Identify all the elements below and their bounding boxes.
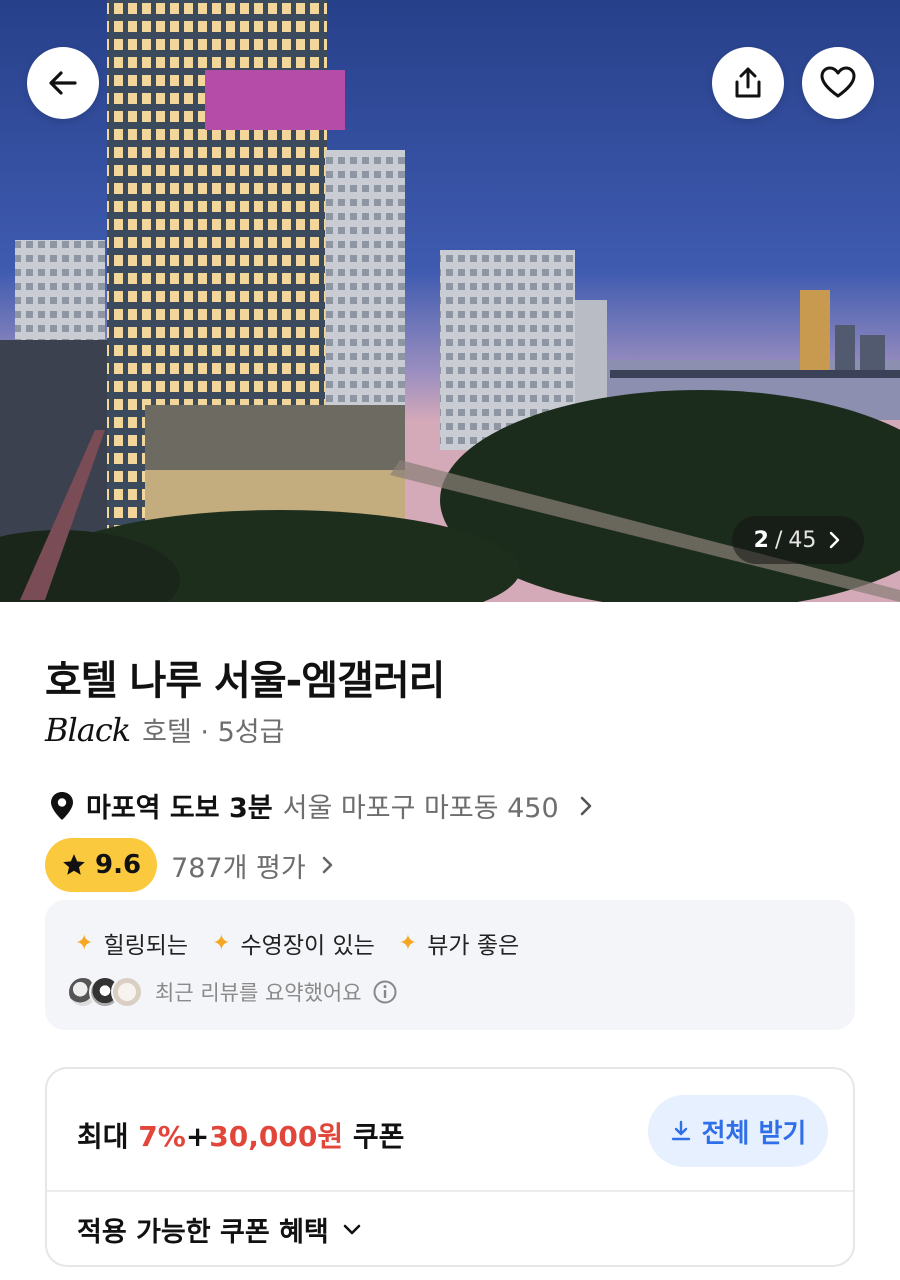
review-count-link[interactable]: 787개 평가 xyxy=(171,846,336,885)
rating-score: 9.6 xyxy=(95,850,142,880)
star-icon xyxy=(63,854,85,875)
review-tag-label: 뷰가 좋은 xyxy=(427,933,520,959)
get-all-coupons-button[interactable]: 전체 받기 xyxy=(648,1095,828,1167)
hotel-type-grade: 호텔 · 5성급 xyxy=(142,717,285,748)
summary-note-text: 최근 리뷰를 요약했어요 xyxy=(155,981,362,1005)
info-icon[interactable] xyxy=(372,979,398,1005)
review-count: 787개 평가 xyxy=(171,852,306,884)
photo-counter-current: 2 xyxy=(753,527,769,553)
chevron-right-icon xyxy=(580,796,591,815)
like-button[interactable] xyxy=(802,47,874,119)
reviewer-avatars xyxy=(67,976,143,1008)
hotel-name: 호텔 나루 서울-엠갤러리 xyxy=(45,658,445,704)
location-row[interactable]: 마포역 도보 3분 서울 마포구 마포동 450 xyxy=(48,786,595,825)
divider xyxy=(47,1190,853,1192)
sparkle-icon: ✦ xyxy=(75,930,94,956)
back-button[interactable] xyxy=(27,47,99,119)
review-tag: ✦ 뷰가 좋은 xyxy=(399,926,519,960)
review-tag-label: 수영장이 있는 xyxy=(240,933,375,959)
sparkle-icon: ✦ xyxy=(398,930,418,956)
chevron-down-icon xyxy=(343,1224,361,1234)
review-tag: ✦ 수영장이 있는 xyxy=(212,926,375,960)
photo-counter-total: 45 xyxy=(788,527,817,553)
hotel-address: 서울 마포구 마포동 450 xyxy=(282,793,559,824)
summary-note: 최근 리뷰를 요약했어요 xyxy=(67,976,398,1008)
black-brand-logo: Black xyxy=(45,710,131,749)
get-all-coupons-label: 전체 받기 xyxy=(701,1118,807,1149)
avatar xyxy=(111,976,143,1008)
rating-row[interactable]: 9.6 787개 평가 xyxy=(45,838,336,892)
coupon-benefits-toggle[interactable]: 적용 가능한 쿠폰 혜택 xyxy=(77,1210,363,1249)
download-icon xyxy=(671,1120,690,1141)
sparkle-icon: ✦ xyxy=(212,930,231,956)
coupon-prefix: 최대 xyxy=(77,1120,139,1153)
review-tags: ✦ 힐링되는 ✦ 수영장이 있는 ✦ 뷰가 좋은 xyxy=(75,926,533,960)
hotel-photo-gallery[interactable]: 2 / 45 xyxy=(0,0,900,602)
chevron-right-icon xyxy=(322,856,333,874)
share-icon xyxy=(735,67,761,98)
photo-counter-separator: / xyxy=(774,527,783,553)
arrow-left-icon xyxy=(49,71,77,95)
rating-badge: 9.6 xyxy=(45,838,158,892)
coupon-amount: 30,000원 xyxy=(209,1120,344,1153)
heart-icon xyxy=(820,66,856,98)
review-tag-label: 힐링되는 xyxy=(103,933,189,959)
coupon-suffix: 쿠폰 xyxy=(343,1120,405,1153)
location-pin-icon xyxy=(51,791,73,820)
hotel-subtitle: Black 호텔 · 5성급 xyxy=(45,710,284,749)
coupon-benefits-label: 적용 가능한 쿠폰 혜택 xyxy=(77,1217,329,1248)
coupon-summary: 최대 7%+30,000원 쿠폰 xyxy=(77,1115,404,1155)
share-button[interactable] xyxy=(712,47,784,119)
review-summary-box: ✦ 힐링되는 ✦ 수영장이 있는 ✦ 뷰가 좋은 최근 리뷰를 요약했어요 xyxy=(45,900,855,1030)
coupon-card: 최대 7%+30,000원 쿠폰 전체 받기 적용 가능한 쿠폰 혜택 xyxy=(45,1067,855,1267)
station-distance: 마포역 도보 3분 xyxy=(86,793,273,824)
review-tag: ✦ 힐링되는 xyxy=(75,926,188,960)
chevron-right-icon xyxy=(830,531,840,549)
photo-counter[interactable]: 2 / 45 xyxy=(732,516,864,564)
coupon-percent: 7% xyxy=(138,1120,186,1153)
coupon-plus: + xyxy=(185,1120,210,1153)
